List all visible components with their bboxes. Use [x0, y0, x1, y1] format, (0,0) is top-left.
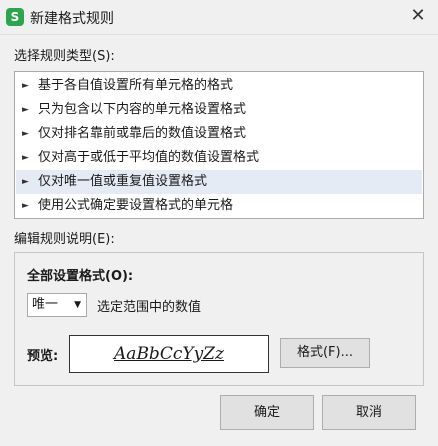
- rule-item-each-value[interactable]: ► 基于各自值设置所有单元格的格式: [16, 74, 422, 98]
- rule-item-label: 仅对排名靠前或靠后的数值设置格式: [38, 126, 247, 141]
- arrow-right-icon: ►: [22, 129, 29, 139]
- unique-duplicate-select[interactable]: 唯一 ▼: [27, 293, 87, 317]
- dialog-title: 新建格式规则: [30, 11, 114, 27]
- rule-description-label: 编辑规则说明(E):: [14, 232, 115, 247]
- rule-item-label: 仅对唯一值或重复值设置格式: [38, 174, 208, 189]
- cancel-button[interactable]: 取消: [322, 395, 416, 430]
- rule-item-above-below-average[interactable]: ► 仅对高于或低于平均值的数值设置格式: [16, 146, 422, 170]
- rule-item-label: 基于各自值设置所有单元格的格式: [38, 78, 234, 93]
- rule-item-label: 使用公式确定要设置格式的单元格: [38, 198, 234, 213]
- rule-item-unique-duplicate[interactable]: ► 仅对唯一值或重复值设置格式: [16, 170, 422, 194]
- ok-button[interactable]: 确定: [220, 395, 314, 430]
- arrow-right-icon: ►: [22, 81, 29, 91]
- close-icon: ✕: [410, 5, 426, 26]
- rule-type-list[interactable]: ► 基于各自值设置所有单元格的格式 ► 只为包含以下内容的单元格设置格式 ► 仅…: [14, 71, 424, 219]
- format-preview: AaBbCcYyZz: [69, 335, 269, 373]
- arrow-right-icon: ►: [22, 153, 29, 163]
- app-logo-icon: S: [6, 8, 24, 26]
- arrow-right-icon: ►: [22, 201, 29, 211]
- format-button[interactable]: 格式(F)...: [280, 338, 370, 368]
- select-caption: 选定范围中的数值: [97, 300, 202, 315]
- title-bar: S 新建格式规则 ✕: [0, 0, 438, 35]
- rule-item-label: 只为包含以下内容的单元格设置格式: [38, 102, 247, 117]
- rule-type-label: 选择规则类型(S):: [14, 49, 115, 64]
- arrow-right-icon: ►: [22, 105, 29, 115]
- format-all-label: 全部设置格式(O):: [27, 269, 134, 284]
- chevron-down-icon: ▼: [74, 300, 81, 310]
- rule-item-top-bottom[interactable]: ► 仅对排名靠前或靠后的数值设置格式: [16, 122, 422, 146]
- rule-item-label: 仅对高于或低于平均值的数值设置格式: [38, 150, 260, 165]
- select-value: 唯一: [32, 297, 59, 312]
- rule-item-formula[interactable]: ► 使用公式确定要设置格式的单元格: [16, 194, 422, 218]
- rule-item-contains[interactable]: ► 只为包含以下内容的单元格设置格式: [16, 98, 422, 122]
- preview-label: 预览:: [27, 349, 59, 364]
- arrow-right-icon: ►: [22, 177, 29, 187]
- close-button[interactable]: ✕: [404, 3, 432, 29]
- rule-description-panel: 全部设置格式(O): 唯一 ▼ 选定范围中的数值 预览: AaBbCcYyZz …: [14, 252, 424, 386]
